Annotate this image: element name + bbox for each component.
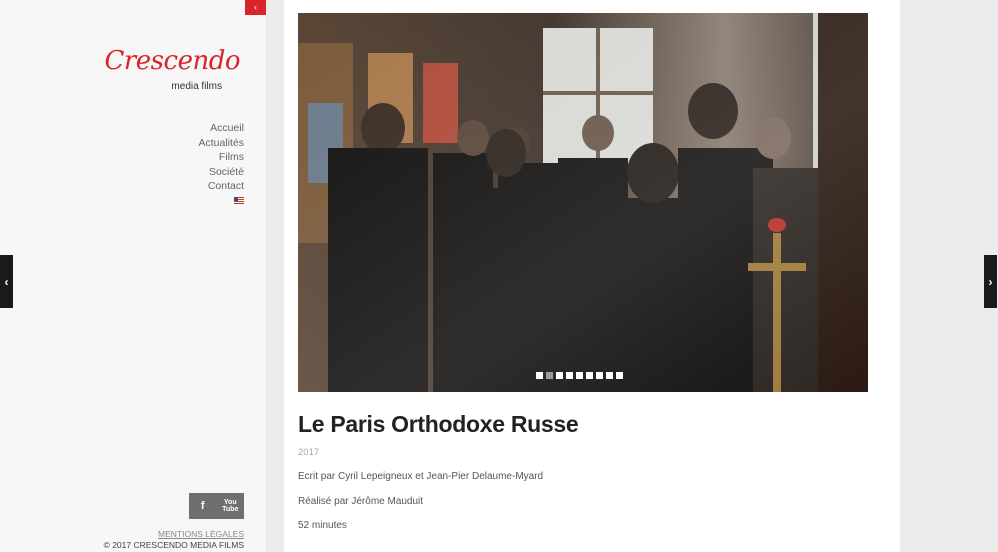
legal-link[interactable]: MENTIONS LÉGALES	[158, 529, 244, 539]
slider-dot-4[interactable]	[566, 372, 573, 379]
next-film-button[interactable]: ›	[984, 255, 997, 308]
social-links: f You Tube	[189, 493, 244, 519]
film-duration: 52 minutes	[298, 520, 347, 531]
youtube-icon-bottom: Tube	[222, 506, 239, 513]
image-slider[interactable]	[298, 13, 868, 392]
logo-name: Crescendo	[104, 46, 240, 76]
youtube-icon[interactable]: You Tube	[217, 493, 245, 519]
nav-item-societe[interactable]: Société	[198, 165, 244, 180]
slider-dot-7[interactable]	[596, 372, 603, 379]
facebook-icon[interactable]: f	[189, 493, 217, 519]
sidebar: ‹ Crescendo media films Accueil Actualit…	[0, 0, 266, 552]
slider-dot-6[interactable]	[586, 372, 593, 379]
film-writers: Ecrit par Cyril Lepeigneux et Jean-Pier …	[298, 471, 544, 482]
slider-dot-5[interactable]	[576, 372, 583, 379]
film-title: Le Paris Orthodoxe Russe	[298, 411, 579, 437]
nav-item-accueil[interactable]: Accueil	[198, 121, 244, 136]
slider-dots	[536, 372, 623, 379]
slider-dot-2[interactable]	[546, 372, 553, 379]
film-year: 2017	[298, 447, 320, 458]
youtube-icon-top: You	[223, 499, 237, 506]
film-director: Réalisé par Jérôme Mauduit	[298, 496, 424, 507]
slider-dot-8[interactable]	[606, 372, 613, 379]
nav-item-films[interactable]: Films	[198, 150, 244, 165]
collapse-sidebar-button[interactable]: ‹	[245, 0, 266, 15]
prev-film-button[interactable]: ‹	[0, 255, 13, 308]
logo-tagline: media films	[171, 81, 222, 92]
nav-item-actualites[interactable]: Actualités	[198, 136, 244, 151]
us-flag-icon[interactable]	[234, 197, 244, 204]
slide-image	[298, 13, 868, 392]
logo[interactable]: Crescendo media films	[104, 46, 244, 98]
slider-dot-3[interactable]	[556, 372, 563, 379]
slider-dot-1[interactable]	[536, 372, 543, 379]
main-nav: Accueil Actualités Films Société Contact	[198, 121, 244, 194]
copyright: © 2017 CRESCENDO MEDIA FILMS	[103, 540, 244, 550]
nav-item-contact[interactable]: Contact	[198, 179, 244, 194]
slider-dot-9[interactable]	[616, 372, 623, 379]
